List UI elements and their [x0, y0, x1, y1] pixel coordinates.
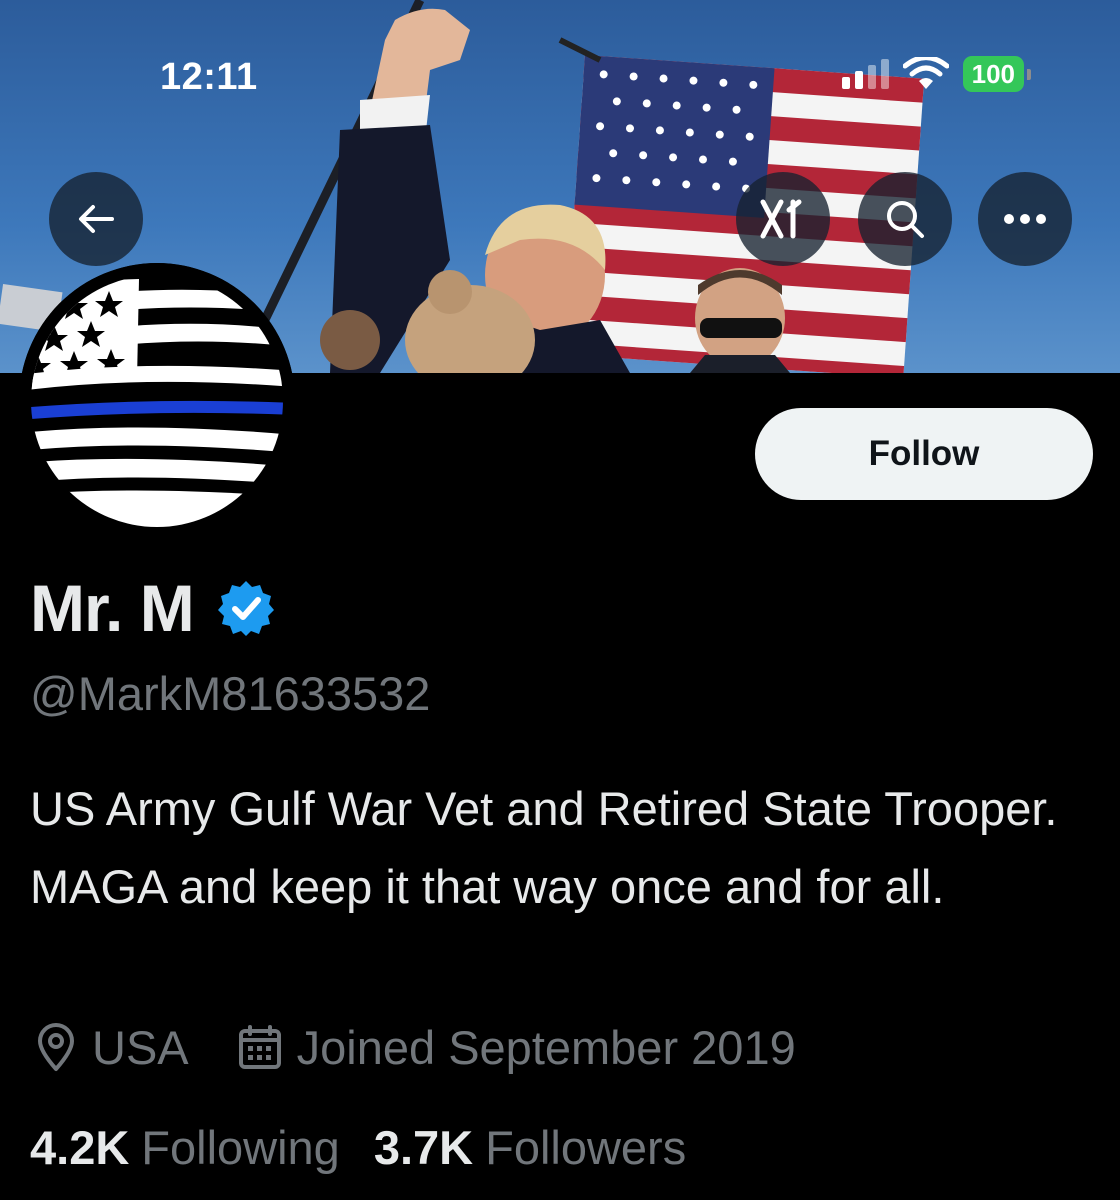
display-name: Mr. M: [30, 571, 195, 645]
back-button[interactable]: [49, 172, 143, 266]
calendar-icon: [238, 1024, 281, 1069]
following-count: 4.2K: [30, 1121, 130, 1174]
wifi-icon: [902, 57, 949, 89]
followers-link[interactable]: 3.7K Followers: [374, 1120, 686, 1175]
profile-stats: 4.2K Following 3.7K Followers: [30, 1120, 686, 1175]
grok-icon: [760, 199, 802, 239]
more-button[interactable]: [978, 172, 1072, 266]
followers-count: 3.7K: [373, 1121, 474, 1174]
followers-label: Followers: [485, 1121, 687, 1174]
following-link[interactable]: 4.2K Following: [30, 1120, 340, 1175]
status-icons: 100: [841, 56, 1032, 92]
following-label: Following: [141, 1121, 340, 1174]
grok-button[interactable]: [736, 172, 830, 266]
location-item: USA: [34, 1020, 189, 1075]
profile-meta: USA Joined September 2019: [34, 1020, 796, 1075]
display-name-row: Mr. M: [30, 570, 276, 646]
more-icon: [1004, 214, 1046, 224]
follow-button[interactable]: Follow: [755, 408, 1093, 500]
arrow-left-icon: [79, 205, 114, 233]
joined-item: Joined September 2019: [237, 1020, 796, 1075]
search-icon: [887, 201, 924, 238]
joined-text: Joined September 2019: [296, 1021, 796, 1074]
location-pin-icon: [38, 1022, 74, 1071]
thin-blue-line-flag-avatar: [19, 263, 295, 539]
user-handle: @MarkM81633532: [30, 667, 431, 720]
cellular-signal-icon: [841, 59, 889, 89]
search-button[interactable]: [858, 172, 952, 266]
status-time: 12:11: [160, 56, 258, 98]
battery-indicator: 100: [962, 56, 1032, 92]
location-text: USA: [92, 1021, 189, 1074]
verified-badge-icon[interactable]: [216, 578, 276, 638]
profile-bio: US Army Gulf War Vet and Retired State T…: [30, 782, 1058, 913]
profile-avatar[interactable]: [19, 263, 295, 539]
